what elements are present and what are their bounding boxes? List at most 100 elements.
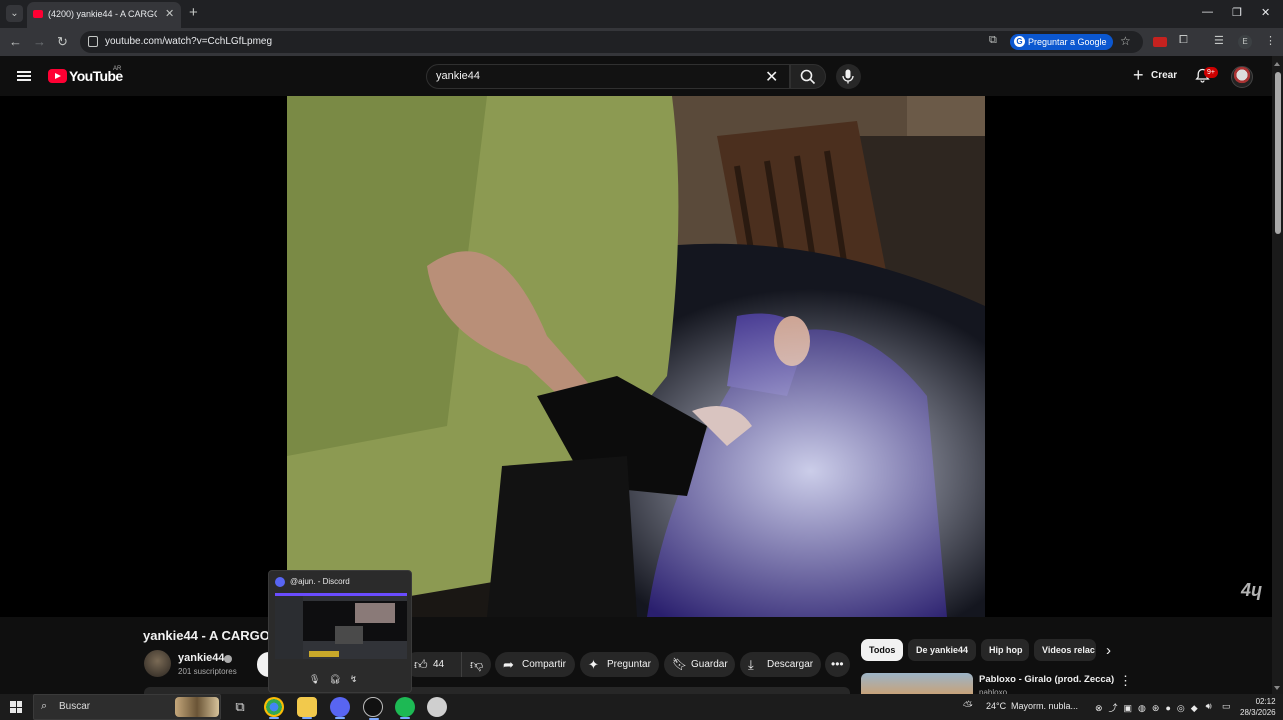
- maximize-icon[interactable]: ❐: [1232, 6, 1242, 19]
- video-frame[interactable]: [287, 96, 985, 617]
- chrome-menu-icon[interactable]: ⋮: [1265, 34, 1276, 47]
- google-icon: G: [1014, 36, 1025, 47]
- forward-icon[interactable]: →: [33, 34, 46, 49]
- system-tray-icons[interactable]: ⊗⤴▣◍⊛●◎◆⌃: [1095, 701, 1217, 714]
- more-dots-icon: •••: [831, 657, 844, 671]
- save-label: Guardar: [691, 659, 728, 670]
- search-input[interactable]: yankie44 ✕: [426, 64, 790, 89]
- download-icon: ⤓: [748, 657, 754, 672]
- description-box[interactable]: [144, 687, 850, 694]
- scroll-down-arrow-icon[interactable]: [1274, 686, 1280, 690]
- recommendation-thumbnail[interactable]: [861, 673, 973, 694]
- thumbs-down-icon: 👎︎: [470, 657, 484, 672]
- bookmark-star-icon[interactable]: ☆: [1120, 34, 1131, 48]
- ask-button[interactable]: ✦ Preguntar: [580, 652, 659, 677]
- clock-time: 02:12: [1255, 697, 1276, 706]
- headphones-icon[interactable]: 🎧︎: [329, 674, 349, 684]
- taskbar-search[interactable]: ⌕ Buscar: [33, 694, 221, 720]
- extensions-puzzle-icon[interactable]: ⧠: [1179, 34, 1188, 47]
- discord-icon: [275, 577, 285, 587]
- guide-menu-icon[interactable]: [17, 71, 31, 81]
- country-code: AR: [113, 66, 122, 72]
- new-tab-icon[interactable]: +: [189, 5, 198, 20]
- youtube-favicon-icon: [33, 10, 43, 18]
- reload-icon[interactable]: ↻: [57, 34, 68, 49]
- video-scene: [287, 96, 985, 617]
- search-input-value: yankie44: [436, 70, 481, 82]
- recommendation-title[interactable]: Pabloxo - Giralo (prod. Zecca): [979, 674, 1114, 685]
- app-taskbar-icon[interactable]: [427, 697, 447, 717]
- share-label: Compartir: [522, 659, 566, 670]
- ask-google-label: Preguntar a Google: [1028, 37, 1107, 47]
- weather-temp[interactable]: 24°C: [986, 701, 1006, 711]
- weather-desc[interactable]: Mayorm. nubla...: [1011, 701, 1078, 711]
- taskbar-search-label: Buscar: [59, 701, 91, 712]
- recommendation-menu-icon[interactable]: ⋮: [1119, 673, 1132, 689]
- create-button[interactable]: Crear: [1127, 63, 1185, 88]
- chevron-right-icon[interactable]: ›: [1106, 642, 1111, 659]
- channel-avatar[interactable]: [144, 650, 171, 677]
- system-clock[interactable]: 02:12 28/3/2026: [1240, 696, 1276, 718]
- search-highlight-image: [175, 697, 219, 717]
- chip-de-yankie44[interactable]: De yankie44: [908, 639, 976, 661]
- mute-icon[interactable]: 🎙︎: [309, 674, 329, 684]
- chip-videos-relacionados[interactable]: Videos relac: [1034, 639, 1096, 661]
- address-bar[interactable]: youtube.com/watch?v=CchLGfLpmeg ⧉ G Pregu…: [80, 31, 1143, 53]
- volume-icon[interactable]: 🔊︎: [1206, 701, 1212, 712]
- file-explorer-icon[interactable]: [297, 697, 317, 719]
- task-view-icon[interactable]: ⧉: [230, 697, 250, 717]
- scroll-up-arrow-icon[interactable]: [1274, 62, 1280, 66]
- video-player[interactable]: 4ɥ: [0, 96, 1272, 617]
- weather-icon[interactable]: ⛅︎: [963, 699, 973, 714]
- channel-watermark[interactable]: 4ɥ: [1241, 580, 1262, 601]
- tab-title: (4200) yankie44 - A CARGO DE: [48, 9, 157, 19]
- profile-avatar[interactable]: E: [1238, 35, 1252, 49]
- share-button[interactable]: ➦ Compartir: [495, 652, 575, 677]
- download-button[interactable]: ⤓ Descargar: [740, 652, 821, 677]
- install-app-icon[interactable]: ⧉: [989, 34, 997, 47]
- search-button[interactable]: [790, 64, 826, 89]
- subscriber-count: 201 suscriptores: [178, 667, 237, 676]
- discord-preview-title: @ajun. - Discord: [290, 577, 350, 586]
- voice-search-button[interactable]: [836, 64, 861, 89]
- chip-hip-hop[interactable]: Hip hop: [981, 639, 1029, 661]
- minimize-icon[interactable]: —: [1202, 6, 1213, 18]
- like-button[interactable]: 👍︎ 44: [404, 652, 461, 677]
- browser-tab[interactable]: (4200) yankie44 - A CARGO DE ✕: [27, 2, 181, 28]
- tab-search-icon[interactable]: ⌄: [6, 5, 23, 22]
- discord-window-preview[interactable]: @ajun. - Discord 🎙︎🎧︎↯: [268, 570, 412, 693]
- disconnect-icon[interactable]: ↯: [350, 674, 367, 684]
- window-close-icon[interactable]: ✕: [1261, 6, 1270, 19]
- channel-name[interactable]: yankie44: [178, 652, 224, 664]
- discord-controls: 🎙︎🎧︎↯: [309, 674, 366, 685]
- tab-close-icon[interactable]: ✕: [165, 7, 174, 20]
- bookmark-icon: 🔖︎: [672, 657, 688, 671]
- windows-start-icon[interactable]: [10, 701, 22, 713]
- ask-google-button[interactable]: G Preguntar a Google: [1010, 34, 1113, 50]
- dislike-button[interactable]: 👎︎: [461, 652, 491, 677]
- chip-todos[interactable]: Todos: [861, 639, 903, 661]
- chrome-taskbar-icon[interactable]: [264, 697, 284, 719]
- spotify-taskbar-icon[interactable]: [395, 697, 415, 719]
- thumbs-up-icon: 👍︎: [414, 657, 428, 672]
- url-text: youtube.com/watch?v=CchLGfLpmeg: [105, 36, 273, 47]
- reading-list-icon[interactable]: ☰: [1214, 34, 1224, 47]
- sparkle-icon: ✦: [588, 657, 599, 672]
- clock-date: 28/3/2026: [1240, 708, 1276, 717]
- site-info-icon[interactable]: [88, 36, 98, 47]
- clear-search-icon[interactable]: ✕: [765, 67, 778, 87]
- network-icon[interactable]: ▭: [1222, 701, 1231, 712]
- save-button[interactable]: 🔖︎ Guardar: [664, 652, 735, 677]
- account-avatar[interactable]: [1231, 66, 1253, 88]
- discord-taskbar-icon[interactable]: [330, 697, 350, 719]
- youtube-logo-icon[interactable]: [48, 69, 67, 83]
- back-icon[interactable]: ←: [9, 34, 22, 49]
- obs-taskbar-icon[interactable]: [363, 697, 383, 720]
- more-actions-button[interactable]: •••: [825, 652, 850, 677]
- download-label: Descargar: [767, 659, 814, 670]
- notifications-badge: 9+: [1204, 67, 1218, 78]
- ask-label: Preguntar: [607, 659, 651, 670]
- discord-preview-thumbnail: [275, 593, 407, 659]
- scrollbar-thumb[interactable]: [1275, 72, 1281, 234]
- adblock-extension-icon[interactable]: [1153, 37, 1167, 47]
